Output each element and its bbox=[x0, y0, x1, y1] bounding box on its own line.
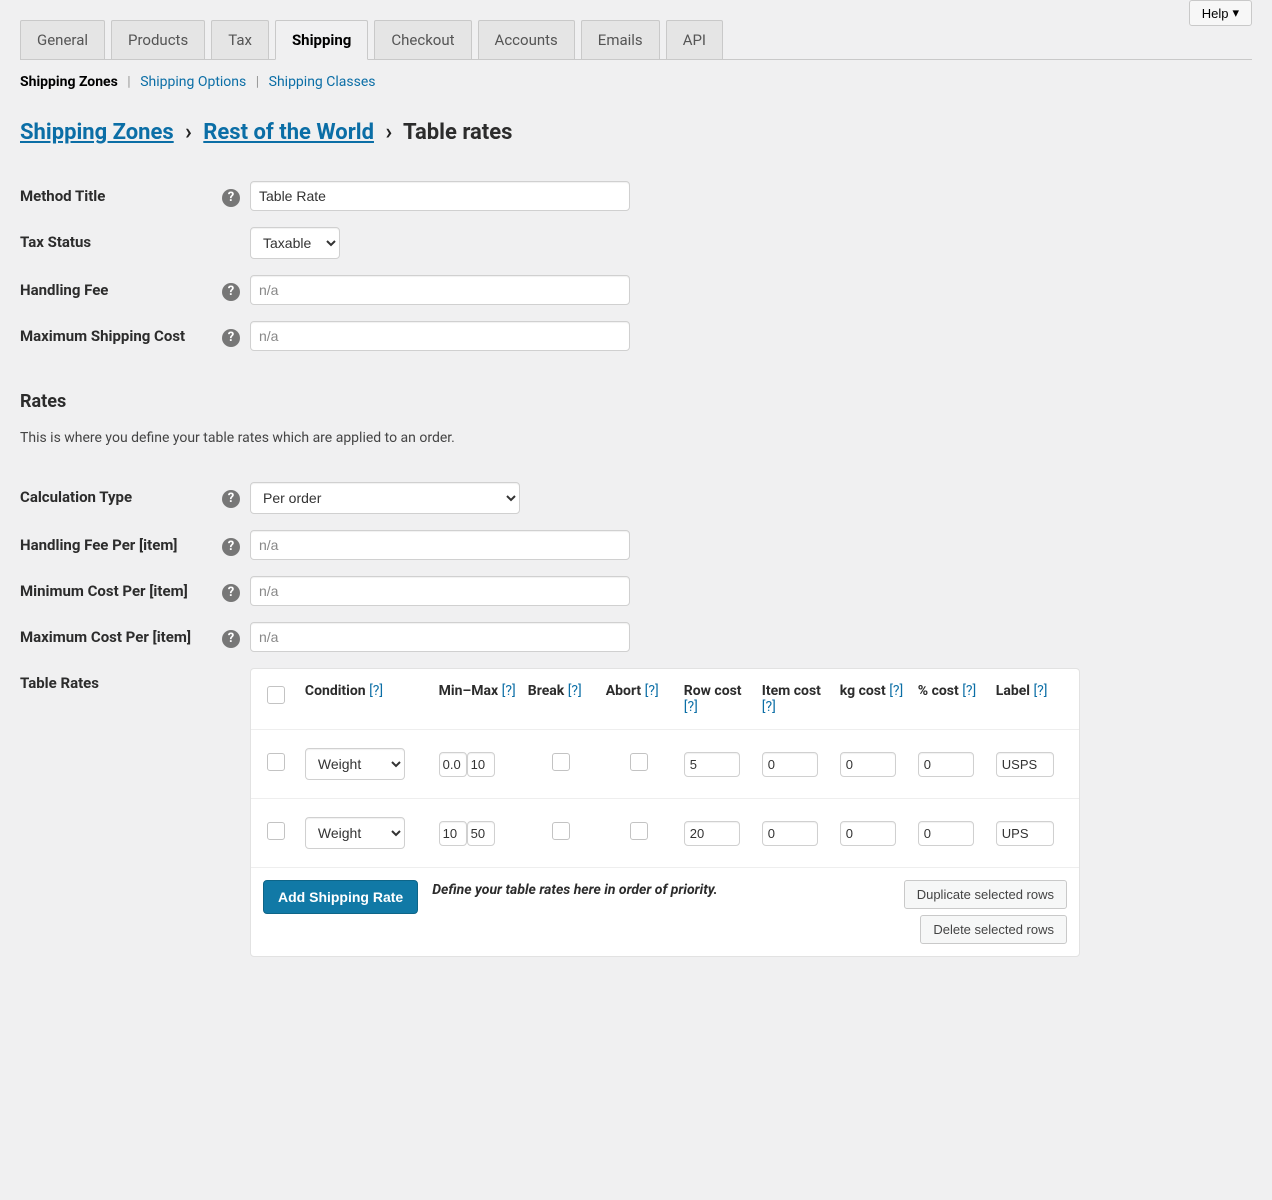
max-ship-cost-input[interactable] bbox=[250, 321, 630, 351]
tab-general[interactable]: General bbox=[20, 20, 105, 59]
table-row: Weight bbox=[251, 730, 1079, 799]
tax-status-select[interactable]: Taxable bbox=[250, 227, 340, 259]
handling-fee-input[interactable] bbox=[250, 275, 630, 305]
th-condition: Condition bbox=[305, 683, 366, 699]
help-icon[interactable]: [?] bbox=[684, 699, 698, 715]
method-title-input[interactable] bbox=[250, 181, 630, 211]
chevron-down-icon: ▾ bbox=[1232, 5, 1239, 21]
footer-note: Define your table rates here in order of… bbox=[432, 882, 889, 898]
help-icon[interactable]: [?] bbox=[645, 683, 659, 699]
help-icon[interactable]: [?] bbox=[962, 683, 976, 699]
help-icon[interactable]: ? bbox=[222, 329, 240, 347]
help-icon[interactable]: [?] bbox=[568, 683, 582, 699]
subsub-classes[interactable]: Shipping Classes bbox=[269, 74, 376, 90]
breadcrumb-zones[interactable]: Shipping Zones bbox=[20, 120, 174, 145]
handling-fee-label: Handling Fee bbox=[20, 267, 250, 313]
min-cost-per-label: Minimum Cost Per [item] bbox=[20, 568, 250, 614]
help-icon[interactable]: ? bbox=[222, 490, 240, 508]
tab-emails[interactable]: Emails bbox=[581, 20, 660, 59]
duplicate-rows-button[interactable]: Duplicate selected rows bbox=[904, 880, 1067, 909]
tab-checkout[interactable]: Checkout bbox=[374, 20, 471, 59]
help-icon[interactable]: ? bbox=[222, 283, 240, 301]
abort-checkbox[interactable] bbox=[630, 822, 648, 840]
handling-per-input[interactable] bbox=[250, 530, 630, 560]
rowcost-input[interactable] bbox=[684, 752, 740, 777]
handling-per-label: Handling Fee Per [item] bbox=[20, 522, 250, 568]
help-button-label: Help bbox=[1202, 6, 1229, 21]
tab-products[interactable]: Products bbox=[111, 20, 205, 59]
method-title-label: Method Title bbox=[20, 173, 250, 219]
subsub-zones[interactable]: Shipping Zones bbox=[20, 74, 118, 90]
settings-tabs: General Products Tax Shipping Checkout A… bbox=[20, 20, 1252, 60]
th-break: Break bbox=[528, 683, 564, 699]
th-itemcost: Item cost bbox=[762, 683, 821, 699]
help-icon[interactable]: [?] bbox=[762, 699, 776, 715]
help-icon[interactable]: [?] bbox=[889, 683, 903, 699]
label-input[interactable] bbox=[996, 821, 1054, 846]
help-icon[interactable]: [?] bbox=[369, 683, 383, 699]
rates-table: Condition [?] Min–Max [?] Break [?] Abor… bbox=[250, 668, 1080, 957]
th-pctcost: % cost bbox=[918, 683, 959, 699]
max-cost-per-input[interactable] bbox=[250, 622, 630, 652]
label-input[interactable] bbox=[996, 752, 1054, 777]
row-select-checkbox[interactable] bbox=[267, 822, 285, 840]
condition-select[interactable]: Weight bbox=[305, 817, 405, 849]
help-icon[interactable]: ? bbox=[222, 189, 240, 207]
condition-select[interactable]: Weight bbox=[305, 748, 405, 780]
itemcost-input[interactable] bbox=[762, 821, 818, 846]
th-abort: Abort bbox=[606, 683, 641, 699]
subsub-nav: Shipping Zones | Shipping Options | Ship… bbox=[20, 74, 1252, 90]
th-minmax: Min–Max bbox=[439, 683, 499, 699]
rates-description: This is where you define your table rate… bbox=[20, 430, 1252, 446]
calc-type-label: Calculation Type bbox=[20, 474, 250, 522]
delete-rows-button[interactable]: Delete selected rows bbox=[920, 915, 1067, 944]
rowcost-input[interactable] bbox=[684, 821, 740, 846]
pctcost-input[interactable] bbox=[918, 821, 974, 846]
help-icon[interactable]: ? bbox=[222, 630, 240, 648]
min-input[interactable] bbox=[439, 821, 467, 846]
breadcrumb-zone[interactable]: Rest of the World bbox=[203, 120, 374, 145]
help-icon[interactable]: [?] bbox=[1033, 683, 1047, 699]
breadcrumb-method: Table rates bbox=[403, 120, 512, 145]
rates-heading: Rates bbox=[20, 391, 1252, 412]
add-shipping-rate-button[interactable]: Add Shipping Rate bbox=[263, 880, 418, 914]
kgcost-input[interactable] bbox=[840, 821, 896, 846]
itemcost-input[interactable] bbox=[762, 752, 818, 777]
th-kgcost: kg cost bbox=[840, 683, 886, 699]
select-all-checkbox[interactable] bbox=[267, 686, 285, 704]
min-cost-per-input[interactable] bbox=[250, 576, 630, 606]
row-select-checkbox[interactable] bbox=[267, 753, 285, 771]
break-checkbox[interactable] bbox=[552, 822, 570, 840]
help-icon[interactable]: [?] bbox=[502, 683, 516, 699]
abort-checkbox[interactable] bbox=[630, 753, 648, 771]
subsub-options[interactable]: Shipping Options bbox=[140, 74, 246, 90]
th-rowcost: Row cost bbox=[684, 683, 742, 699]
min-input[interactable] bbox=[439, 752, 467, 777]
th-label: Label bbox=[996, 683, 1030, 699]
tab-shipping[interactable]: Shipping bbox=[275, 20, 368, 60]
tax-status-label: Tax Status bbox=[20, 219, 250, 267]
max-input[interactable] bbox=[467, 752, 495, 777]
tab-tax[interactable]: Tax bbox=[211, 20, 269, 59]
pctcost-input[interactable] bbox=[918, 752, 974, 777]
table-rates-label: Table Rates bbox=[20, 660, 250, 965]
breadcrumb: Shipping Zones › Rest of the World › Tab… bbox=[20, 120, 1252, 145]
calc-type-select[interactable]: Per order bbox=[250, 482, 520, 514]
table-row: Weight bbox=[251, 799, 1079, 868]
break-checkbox[interactable] bbox=[552, 753, 570, 771]
help-icon[interactable]: ? bbox=[222, 584, 240, 602]
max-input[interactable] bbox=[467, 821, 495, 846]
max-ship-cost-label: Maximum Shipping Cost bbox=[20, 313, 250, 359]
kgcost-input[interactable] bbox=[840, 752, 896, 777]
help-icon[interactable]: ? bbox=[222, 538, 240, 556]
tab-accounts[interactable]: Accounts bbox=[478, 20, 575, 59]
max-cost-per-label: Maximum Cost Per [item] bbox=[20, 614, 250, 660]
tab-api[interactable]: API bbox=[666, 20, 723, 59]
